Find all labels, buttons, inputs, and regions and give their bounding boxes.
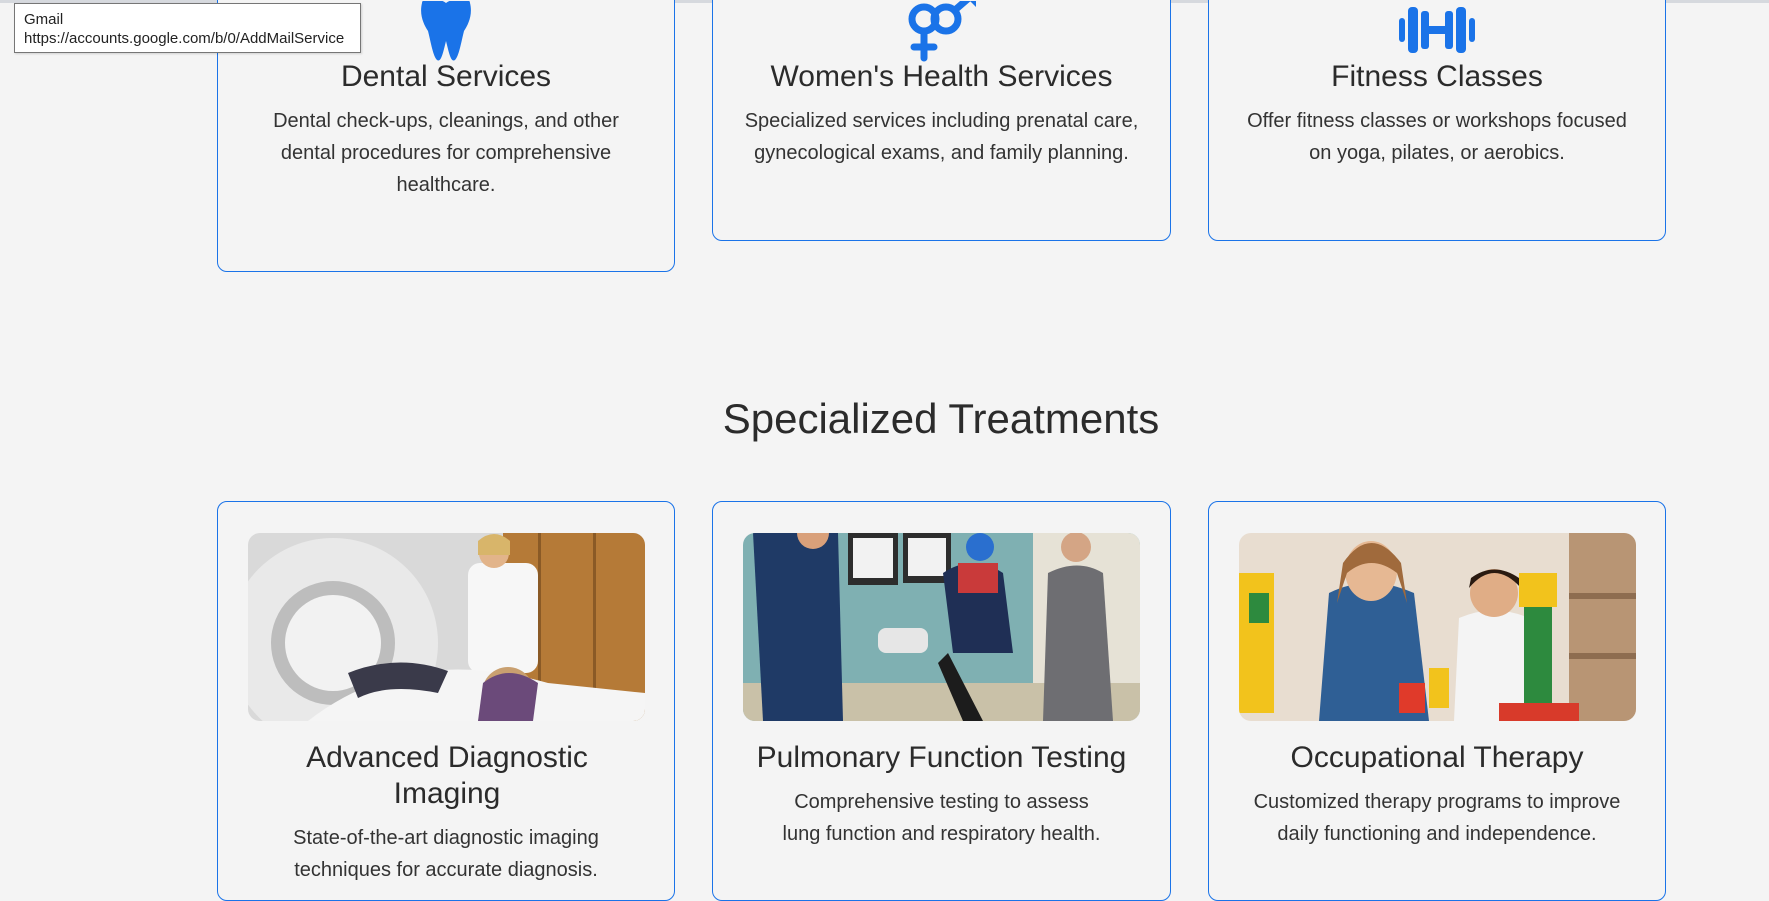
diagnostic-imaging-photo (248, 533, 645, 721)
tooth-icon (421, 1, 471, 61)
tooltip-url: https://accounts.google.com/b/0/AddMailS… (24, 30, 345, 47)
service-description: Offer fitness classes or workshops focus… (1247, 110, 1627, 164)
treatment-description: Customized therapy programs to improve d… (1253, 791, 1621, 845)
treatment-card-occupational-therapy: Occupational Therapy Customized therapy … (1208, 501, 1666, 901)
treatment-card-pulmonary-testing: Pulmonary Function Testing Comprehensive… (712, 501, 1171, 901)
dumbbell-icon (1399, 7, 1475, 53)
treatment-description: State-of-the-art diagnostic imaging tech… (293, 827, 599, 881)
treatment-description: Comprehensive testing to assess lung fun… (782, 791, 1101, 845)
treatment-title: Pulmonary Function Testing (756, 741, 1127, 774)
service-description: Specialized services including prenatal … (744, 110, 1139, 164)
pulmonary-testing-photo (743, 533, 1140, 721)
service-title: Fitness Classes (1331, 60, 1543, 93)
link-tooltip: Gmail https://accounts.google.com/b/0/Ad… (14, 3, 361, 53)
service-card-fitness: Fitness Classes Offer fitness classes or… (1208, 0, 1666, 241)
service-card-womens-health: Women's Health Services Specialized serv… (712, 0, 1171, 241)
occupational-therapy-photo (1239, 533, 1636, 721)
service-title: Women's Health Services (770, 60, 1113, 93)
gender-symbols-icon (908, 1, 976, 62)
tooltip-title: Gmail (24, 11, 64, 28)
service-description: Dental check-ups, cleanings, and other d… (273, 110, 619, 196)
treatment-title: Occupational Therapy (1290, 741, 1584, 774)
service-title: Dental Services (340, 60, 552, 93)
treatment-title: Advanced Diagnostic Imaging (306, 741, 588, 810)
treatment-card-diagnostic-imaging: Advanced Diagnostic Imaging State-of-the… (217, 501, 675, 901)
section-heading: Specialized Treatments (722, 395, 1160, 442)
